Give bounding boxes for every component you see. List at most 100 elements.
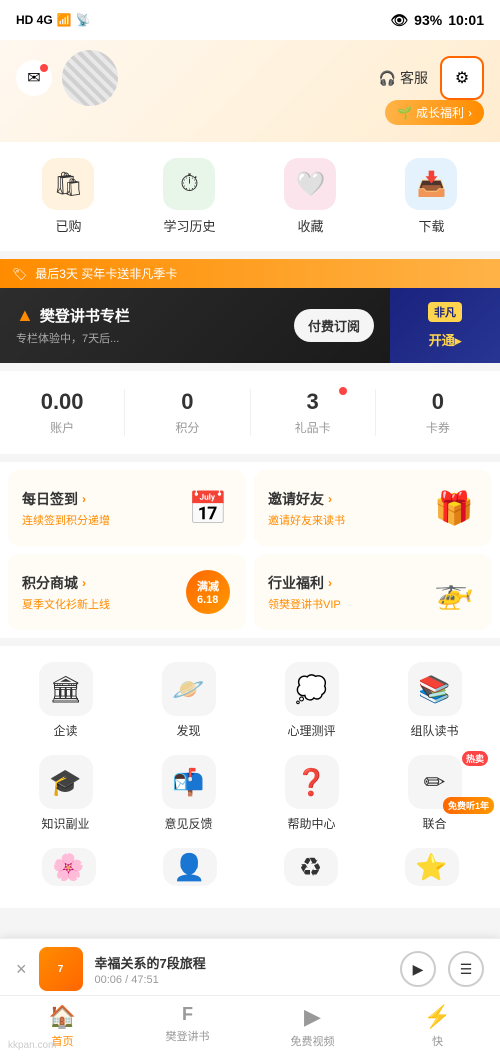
quick-icon-favorites[interactable]: 🤍 收藏	[284, 158, 336, 235]
notification-icon[interactable]: ✉	[16, 60, 52, 96]
promo-bar: 🏷 最后3天 买年卡送非凡季卡	[0, 259, 500, 288]
giftcard-value: 3	[307, 389, 319, 415]
team-read-icon: 📚	[408, 662, 462, 716]
feature-points-mall[interactable]: 积分商城 › 夏季文化衫新上线 满减6.18	[8, 554, 246, 630]
industry-text: 行业福利 › 领樊登讲书VIP	[268, 573, 341, 612]
knowledge-side-icon: 🎓	[39, 755, 93, 809]
promo-icon: 🏷	[12, 267, 27, 281]
download-icon: 📥	[405, 158, 457, 210]
checkin-arrow: ›	[82, 492, 86, 506]
extra2-icon: 👤	[163, 848, 217, 886]
kuai-icon: ⚡	[424, 1004, 451, 1030]
stats-row: 0.00 账户 0 积分 3 礼品卡 0 卡券	[0, 371, 500, 454]
history-icon: ⏱	[163, 158, 215, 210]
bell-icon: ✉	[27, 68, 40, 88]
industry-title: 行业福利 ›	[268, 573, 341, 593]
player-play-button[interactable]: ▶	[400, 951, 436, 987]
grid-enterprise-read[interactable]: 🏛 企读	[8, 662, 123, 739]
download-label: 下载	[418, 216, 444, 235]
extra3-icon: ♻	[284, 848, 338, 886]
kefu-button[interactable]: 🎧 客服	[379, 68, 428, 88]
kefu-label: 客服	[400, 68, 428, 88]
header-right: 🎧 客服 ⚙	[379, 56, 484, 100]
promo-text: 最后3天 买年卡送非凡季卡	[35, 265, 177, 282]
status-right: 👁 93% 10:01	[390, 12, 484, 29]
favorites-label: 收藏	[297, 216, 323, 235]
player-close-button[interactable]: ×	[16, 959, 27, 980]
stat-coupon[interactable]: 0 卡券	[376, 389, 500, 436]
bottom-player: × 7 幸福关系的7段旅程 00:06 / 47:51 ▶ ☰	[0, 938, 500, 999]
purchased-icon: 🛍	[42, 158, 94, 210]
coupon-label: 卡券	[426, 419, 450, 436]
discover-label: 发现	[176, 722, 200, 739]
knowledge-side-label: 知识副业	[41, 815, 89, 832]
fandeng-label: 樊登讲书	[166, 1028, 210, 1044]
grid-extra-4[interactable]: ⭐	[405, 848, 459, 892]
stat-points[interactable]: 0 积分	[125, 389, 250, 436]
feedback-icon: 📬	[162, 755, 216, 809]
settings-button[interactable]: ⚙	[440, 56, 484, 100]
status-left: HD 4G 📶 📡	[16, 13, 91, 27]
fan-deng-card[interactable]: ▲ 樊登讲书专栏 专栏体验中，7天后... 付费订阅	[0, 288, 390, 363]
card-title: ▲ 樊登讲书专栏	[16, 305, 130, 326]
favorites-icon: 🤍	[284, 158, 336, 210]
grid-discover[interactable]: 🪐 发现	[131, 662, 246, 739]
nav-free-video[interactable]: ▶ 免费视频	[250, 1004, 375, 1049]
joint-label: 联合	[422, 815, 446, 832]
industry-sub: 领樊登讲书VIP	[268, 596, 341, 612]
account-label: 账户	[50, 419, 74, 436]
time-label: 10:01	[448, 12, 484, 28]
invite-icon: 🎁	[430, 484, 478, 532]
extra1-icon: 🌸	[42, 848, 96, 886]
giftcard-dot	[339, 387, 347, 395]
free-video-label: 免费视频	[291, 1033, 335, 1049]
player-list-button[interactable]: ☰	[448, 951, 484, 987]
watermark: kkpan.com	[8, 1040, 56, 1051]
feedback-label: 意见反馈	[164, 815, 212, 832]
player-thumbnail: 7	[39, 947, 83, 991]
discover-icon: 🪐	[162, 662, 216, 716]
grid-section: 🏛 企读 🪐 发现 💭 心理测评 📚 组队读书 🎓 知识副业 📬 意见反馈 ❓ …	[0, 646, 500, 908]
nav-fandeng[interactable]: F 樊登讲书	[125, 1004, 250, 1049]
invite-text: 邀请好友 › 邀请好友来读书	[268, 489, 345, 528]
industry-arrow: ›	[328, 576, 332, 590]
subscribe-button[interactable]: 付费订阅	[294, 309, 374, 342]
stat-giftcard[interactable]: 3 礼品卡	[251, 389, 376, 436]
points-label: 积分	[175, 419, 199, 436]
stat-account[interactable]: 0.00 账户	[0, 389, 125, 436]
quick-icon-download[interactable]: 📥 下载	[405, 158, 457, 235]
grid-extra-1[interactable]: 🌸	[42, 848, 96, 892]
psych-test-icon: 💭	[285, 662, 339, 716]
grid-feedback[interactable]: 📬 意见反馈	[131, 755, 246, 832]
banner-section: 🏷 最后3天 买年卡送非凡季卡 ▲ 樊登讲书专栏 专栏体验中，7天后... 付费…	[0, 259, 500, 363]
points-mall-sub: 夏季文化衫新上线	[22, 596, 110, 612]
grid-help[interactable]: ❓ 帮助中心	[254, 755, 369, 832]
header-top: ✉ 🎧 客服 ⚙	[16, 50, 484, 106]
settings-icon: ⚙	[455, 68, 469, 88]
checkin-text: 每日签到 › 连续签到积分递增	[22, 489, 110, 528]
feature-invite[interactable]: 邀请好友 › 邀请好友来读书 🎁	[254, 470, 492, 546]
quick-icon-purchased[interactable]: 🛍 已购	[42, 158, 94, 235]
growth-banner[interactable]: 🌱 成长福利 ›	[385, 100, 484, 125]
feature-daily-checkin[interactable]: 每日签到 › 连续签到积分递增 📅	[8, 470, 246, 546]
grid-team-read[interactable]: 📚 组队读书	[377, 662, 492, 739]
vip-card[interactable]: 非凡 开通▸	[390, 288, 500, 363]
grid-extra-3[interactable]: ♻	[284, 848, 338, 892]
purchased-label: 已购	[55, 216, 81, 235]
grid-knowledge-side[interactable]: 🎓 知识副业	[8, 755, 123, 832]
industry-icon: 🚁	[430, 568, 478, 616]
fan-title-text: 樊登讲书专栏	[40, 305, 130, 326]
invite-sub: 邀请好友来读书	[268, 512, 345, 528]
grid-extra-2[interactable]: 👤	[163, 848, 217, 892]
notification-dot	[40, 64, 48, 72]
avatar[interactable]	[62, 50, 118, 106]
grid-joint[interactable]: ✏ 热卖 免费听1年 联合	[377, 755, 492, 832]
grid-psych-test[interactable]: 💭 心理测评	[254, 662, 369, 739]
status-bar: HD 4G 📶 📡 👁 93% 10:01	[0, 0, 500, 40]
card-subtitle: 专栏体验中，7天后...	[16, 330, 130, 346]
nav-kuai[interactable]: ⚡ 快	[375, 1004, 500, 1049]
feature-industry[interactable]: 行业福利 › 领樊登讲书VIP 🚁	[254, 554, 492, 630]
quick-icon-history[interactable]: ⏱ 学习历史	[163, 158, 215, 235]
eye-icon: 👁	[390, 12, 408, 29]
player-title: 幸福关系的7段旅程	[95, 953, 388, 972]
